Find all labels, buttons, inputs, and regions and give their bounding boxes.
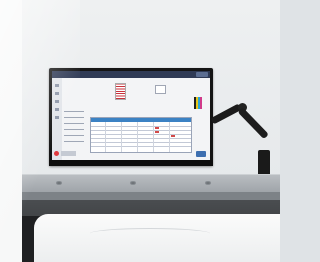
table-cell-highlight <box>171 135 175 137</box>
table-row <box>91 130 191 131</box>
job-table <box>90 117 192 153</box>
table-row <box>91 146 191 147</box>
table-row <box>91 142 191 143</box>
bolt-icon <box>205 181 211 185</box>
layout-preview <box>115 83 126 100</box>
table-column <box>153 122 154 152</box>
table-column <box>137 122 138 152</box>
photo-scene <box>0 0 280 262</box>
table-row <box>91 138 191 139</box>
table-column <box>169 122 170 152</box>
table-column <box>105 122 106 152</box>
ink-bar <box>200 97 202 109</box>
logo-icon <box>196 72 208 77</box>
fabric-fold <box>90 228 210 239</box>
ink-level-indicator <box>194 97 202 109</box>
light-glare <box>0 0 80 262</box>
preview-box <box>155 85 166 94</box>
table-row <box>91 134 191 135</box>
table-header <box>91 118 191 122</box>
table-row <box>91 126 191 127</box>
table-cell-highlight <box>155 127 159 129</box>
table-column <box>121 122 122 152</box>
table-cell-highlight <box>155 131 159 133</box>
action-button <box>196 151 206 157</box>
bolt-icon <box>130 181 136 185</box>
